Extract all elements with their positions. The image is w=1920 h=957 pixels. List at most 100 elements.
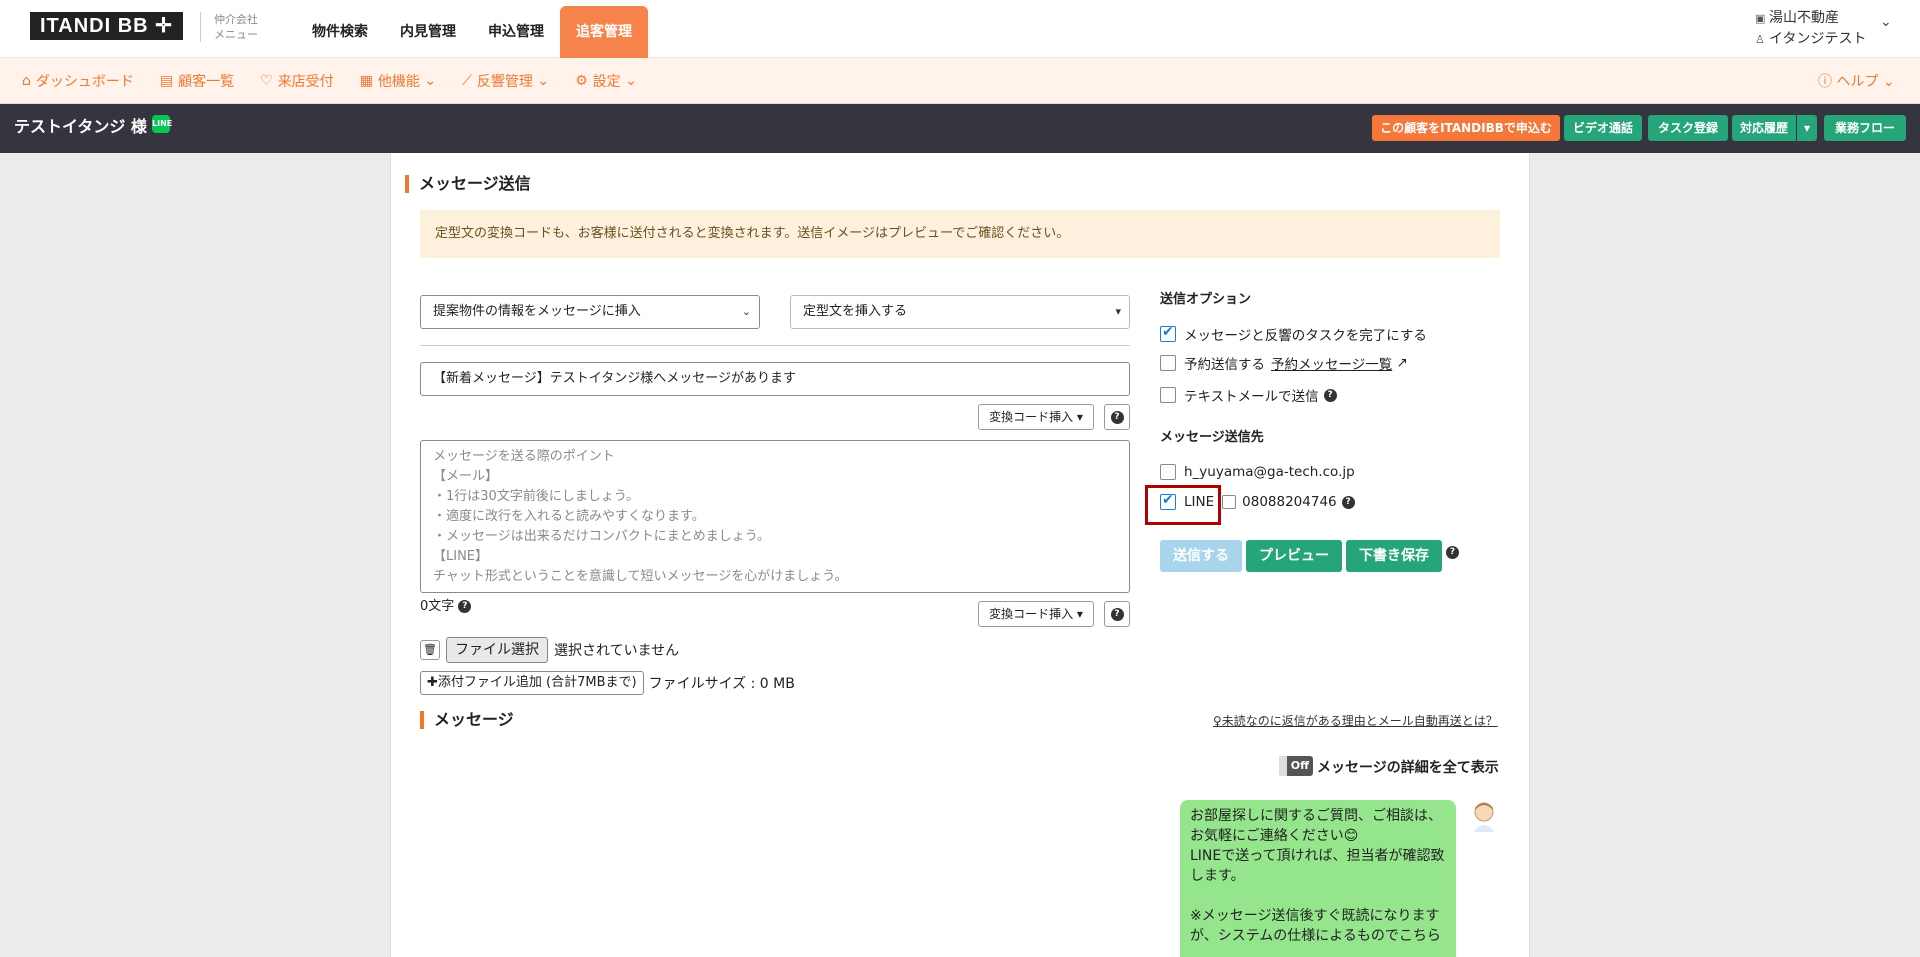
question-icon[interactable]: ? — [1323, 388, 1337, 402]
nav-property-search[interactable]: 物件検索 — [296, 0, 384, 58]
subnav-label: 顧客一覧 — [178, 73, 235, 90]
user-name: イタンジテスト — [1769, 31, 1867, 47]
building-icon: ▣ — [1755, 12, 1766, 25]
scheduled-send-checkbox[interactable] — [1160, 355, 1176, 371]
template-select[interactable]: 定型文を挿入する ▾ — [790, 295, 1130, 329]
plus-icon: ✚ — [427, 675, 438, 690]
text-mail-checkbox[interactable] — [1160, 387, 1176, 403]
file-select-button[interactable]: ファイル選択 — [446, 637, 548, 663]
subnav-label: 設定 — [592, 73, 621, 90]
destination-heading: メッセージ送信先 — [1160, 430, 1264, 445]
add-attachment-label: 添付ファイル追加 (合計7MBまで) — [437, 675, 637, 690]
question-icon[interactable]: ? — [1446, 544, 1459, 560]
detail-toggle[interactable]: Off — [1279, 756, 1313, 776]
messages-title: メッセージ — [420, 711, 514, 729]
broker-menu-line1: 仲介会社 — [214, 13, 258, 26]
message-bubble: お部屋探しに関するご質問、ご相談は、 お気軽にご連絡ください😊 LINEで送って… — [1180, 800, 1456, 957]
bubble-line: が、システムの仕様によるものでこちら — [1190, 928, 1441, 944]
subnav-dashboard[interactable]: ⌂ ダッシュボード — [22, 71, 134, 91]
itandi-logo[interactable]: ITANDI BB ✛ — [30, 12, 183, 40]
subnav-other-functions[interactable]: ▦ 他機能 ⌄ — [360, 71, 436, 91]
help-button[interactable]: ? — [1104, 404, 1130, 430]
insert-code-label: 変換コード挿入 — [989, 607, 1074, 621]
trash-icon[interactable]: 🗑 — [420, 640, 440, 660]
placeholder-line: 【LINE】 — [433, 549, 489, 564]
handshake-icon: ♡ — [260, 72, 273, 89]
nav-application[interactable]: 申込管理 — [472, 0, 560, 58]
file-row: 🗑 ファイル選択 選択されていません — [420, 637, 679, 663]
insert-code-button[interactable]: 変換コード挿入 ▾ — [978, 404, 1094, 430]
insert-code-label: 変換コード挿入 — [989, 410, 1074, 424]
caret-down-icon: ▾ — [1073, 607, 1083, 621]
gear-icon: ⚙ — [575, 72, 588, 89]
chevron-down-icon: ⌄ — [1878, 74, 1895, 90]
add-attachment-button[interactable]: ✚添付ファイル追加 (合計7MBまで) — [420, 671, 644, 695]
workflow-button[interactable]: 業務フロー — [1824, 115, 1906, 141]
help-label: ヘルプ — [1836, 74, 1879, 90]
phone-label: 08088204746 — [1242, 494, 1337, 510]
save-draft-button[interactable]: 下書き保存 — [1346, 540, 1442, 572]
chevron-down-icon[interactable]: ⌄ — [1880, 14, 1892, 30]
top-nav: 物件検索 内見管理 申込管理 追客管理 — [296, 0, 648, 58]
question-circle-icon: ⓘ — [1818, 74, 1837, 90]
help-button-bottom[interactable]: ? — [1104, 601, 1130, 627]
placeholder-line: メッセージを送る際のポイント — [433, 449, 615, 464]
template-select-value: 定型文を挿入する — [803, 304, 908, 319]
placeholder-line: ・メッセージは出来るだけコンパクトにまとめましょう。 — [433, 529, 770, 544]
scheduled-send-label: 予約送信する — [1184, 357, 1265, 373]
unread-help-link[interactable]: ♀未読なのに返信がある理由とメール自動再送とは？ — [1213, 712, 1498, 729]
bubble-line: ※メッセージ送信後すぐ既読になります — [1190, 908, 1440, 924]
help-menu[interactable]: ⓘ ヘルプ ⌄ — [1818, 71, 1895, 91]
line-icon: LINE — [152, 115, 172, 133]
apply-itandibb-button[interactable]: この顧客をITANDIBBで申込む — [1372, 115, 1560, 141]
email-destination-option[interactable]: h_yuyama@ga-tech.co.jp — [1160, 462, 1355, 482]
email-checkbox[interactable] — [1160, 464, 1176, 480]
property-select-value: 提案物件の情報をメッセージに挿入 — [433, 304, 641, 319]
company-name: 湯山不動産 — [1769, 10, 1839, 26]
subnav-settings[interactable]: ⚙ 設定 ⌄ — [575, 71, 637, 91]
send-options-heading: 送信オプション — [1160, 292, 1252, 307]
bubble-line: LINEで送って頂ければ、担当者が確認致 — [1190, 848, 1445, 864]
subnav-label: 他機能 — [377, 73, 420, 90]
scheduled-send-option[interactable]: 予約送信する 予約メッセージ一覧 ↗ — [1160, 353, 1408, 373]
notice-box: 定型文の変換コードも、お客様に送付されると変換されます。送信イメージはプレビュー… — [420, 210, 1500, 258]
char-count: 0文字 ? — [420, 595, 472, 614]
bubble-line: お部屋探しに関するご質問、ご相談は、 — [1190, 808, 1442, 824]
complete-task-checkbox[interactable] — [1160, 324, 1176, 342]
subnav-label: 来店受付 — [277, 73, 334, 90]
nav-viewing[interactable]: 内見管理 — [384, 0, 472, 58]
nav-customer-followup[interactable]: 追客管理 — [560, 6, 648, 58]
subnav-customer-list[interactable]: ▤ 顧客一覧 — [160, 71, 234, 91]
text-mail-label: テキストメールで送信 — [1184, 389, 1319, 405]
user-menu[interactable]: ▣ 湯山不動産 ♙ イタンジテスト — [1755, 8, 1866, 50]
subject-input[interactable]: 【新着メッセージ】テストイタンジ様へメッセージがあります — [420, 362, 1130, 396]
question-icon[interactable]: ? — [458, 600, 472, 613]
subnav-label: ダッシュボード — [35, 73, 134, 90]
lightbulb-icon: ♀ — [1213, 714, 1222, 728]
history-dropdown-button[interactable]: ▾ — [1797, 115, 1817, 141]
scheduled-list-link[interactable]: 予約メッセージ一覧 — [1271, 353, 1392, 373]
broker-menu[interactable]: 仲介会社 メニュー — [214, 12, 258, 42]
message-body-textarea[interactable]: メッセージを送る際のポイント 【メール】 ・1行は30文字前後にしましょう。 ・… — [420, 440, 1130, 593]
sub-nav: ⌂ ダッシュボード ▤ 顧客一覧 ♡ 来店受付 ▦ 他機能 ⌄ ⟋ 反響管理 ⌄ ⚙ 設定 … — [0, 58, 1920, 104]
task-register-button[interactable]: タスク登録 — [1648, 115, 1728, 141]
caret-down-icon: ▾ — [1073, 410, 1083, 424]
top-header: ITANDI BB ✛ 仲介会社 メニュー 物件検索 内見管理 申込管理 追客管… — [0, 0, 1920, 58]
history-button[interactable]: 対応履歴 — [1732, 115, 1796, 141]
complete-task-option[interactable]: メッセージと反響のタスクを完了にする — [1160, 324, 1427, 344]
preview-button[interactable]: プレビュー — [1246, 540, 1342, 572]
property-select[interactable]: 提案物件の情報をメッセージに挿入 ⌄ — [420, 295, 760, 329]
subnav-reception[interactable]: ♡ 来店受付 — [260, 71, 334, 91]
send-button[interactable]: 送信する — [1160, 540, 1242, 572]
video-call-button[interactable]: ビデオ通話 — [1564, 115, 1642, 141]
insert-code-button-bottom[interactable]: 変換コード挿入 ▾ — [978, 601, 1094, 627]
subnav-response-management[interactable]: ⟋ 反響管理 ⌄ — [462, 71, 549, 91]
chevron-down-icon: ⌄ — [620, 72, 637, 89]
question-icon[interactable]: ? — [1341, 495, 1355, 509]
document-icon: ▤ — [159, 72, 174, 89]
chevron-down-icon: ⌄ — [419, 72, 437, 89]
bubble-line: します。 — [1190, 868, 1245, 884]
placeholder-line: ・適度に改行を入れると読みやすくなります。 — [433, 509, 705, 524]
text-mail-option[interactable]: テキストメールで送信 ? — [1160, 385, 1337, 405]
phone-checkbox[interactable] — [1222, 495, 1237, 509]
